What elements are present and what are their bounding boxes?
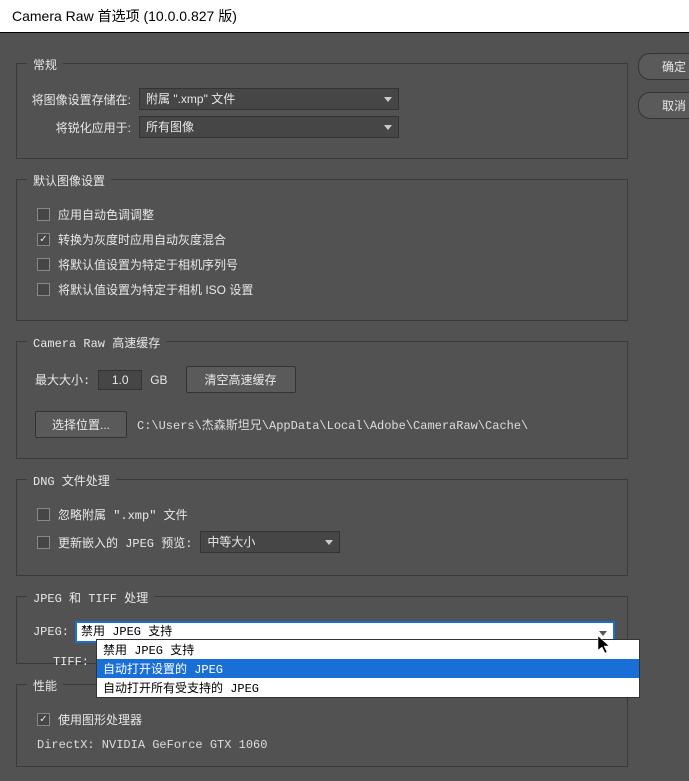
tiff-label: TIFF: <box>17 655 95 669</box>
max-size-label: 最大大小: <box>35 371 90 388</box>
auto-tone-checkbox[interactable] <box>37 208 50 221</box>
dng-group: DNG 文件处理 忽略附属 ".xmp" 文件 更新嵌入的 JPEG 预览: 中… <box>16 479 628 576</box>
update-jpeg-label: 更新嵌入的 JPEG 预览: <box>58 534 192 551</box>
ok-button[interactable]: 确定 <box>638 53 689 80</box>
save-settings-label: 将图像设置存储在: <box>29 91 139 108</box>
ignore-xmp-checkbox[interactable] <box>37 508 50 521</box>
auto-tone-label: 应用自动色调调整 <box>58 206 154 223</box>
performance-legend: 性能 <box>27 677 63 694</box>
max-size-input[interactable] <box>98 370 142 390</box>
purge-cache-button[interactable]: 清空高速缓存 <box>186 366 296 393</box>
sharpen-select[interactable]: 所有图像 <box>139 116 399 138</box>
defaults-legend: 默认图像设置 <box>27 172 111 189</box>
defaults-group: 默认图像设置 应用自动色调调整 转换为灰度时应用自动灰度混合 将默认值设置为特定… <box>16 179 628 321</box>
jpeg-option-auto-all[interactable]: 自动打开所有受支持的 JPEG <box>97 678 639 697</box>
select-location-button[interactable]: 选择位置... <box>35 411 127 438</box>
general-legend: 常规 <box>27 56 63 73</box>
update-jpeg-checkbox[interactable] <box>37 536 50 549</box>
jpeg-preview-select[interactable]: 中等大小 <box>200 531 340 553</box>
cursor-icon <box>597 635 613 660</box>
ignore-xmp-label: 忽略附属 ".xmp" 文件 <box>58 506 188 523</box>
cache-legend: Camera Raw 高速缓存 <box>27 334 166 351</box>
auto-grayscale-label: 转换为灰度时应用自动灰度混合 <box>58 231 226 248</box>
directx-info: DirectX: NVIDIA GeForce GTX 1060 <box>37 738 615 752</box>
general-group: 常规 将图像设置存储在: 附属 ".xmp" 文件 将锐化应用于: 所有图像 <box>16 63 628 159</box>
use-gpu-checkbox[interactable] <box>37 713 50 726</box>
jpeg-label: JPEG: <box>29 625 69 639</box>
jpeg-dropdown-list: 禁用 JPEG 支持 自动打开设置的 JPEG 自动打开所有受支持的 JPEG <box>96 639 640 698</box>
jpeg-tiff-legend: JPEG 和 TIFF 处理 <box>27 589 154 606</box>
specific-serial-label: 将默认值设置为特定于相机序列号 <box>58 256 238 273</box>
auto-grayscale-checkbox[interactable] <box>37 233 50 246</box>
gb-label: GB <box>150 373 167 387</box>
window-title: Camera Raw 首选项 (10.0.0.827 版) <box>0 0 689 33</box>
specific-iso-label: 将默认值设置为特定于相机 ISO 设置 <box>58 281 253 298</box>
jpeg-tiff-group: JPEG 和 TIFF 处理 JPEG: 禁用 JPEG 支持 TIFF: 禁用… <box>16 596 628 664</box>
cancel-button[interactable]: 取消 <box>638 92 689 119</box>
jpeg-option-auto-settings[interactable]: 自动打开设置的 JPEG <box>97 659 639 678</box>
dng-legend: DNG 文件处理 <box>27 472 116 489</box>
sharpen-label: 将锐化应用于: <box>29 119 139 136</box>
jpeg-option-disable[interactable]: 禁用 JPEG 支持 <box>97 640 639 659</box>
cache-path: C:\Users\杰森斯坦兄\AppData\Local\Adobe\Camer… <box>137 416 528 433</box>
specific-serial-checkbox[interactable] <box>37 258 50 271</box>
specific-iso-checkbox[interactable] <box>37 283 50 296</box>
save-settings-select[interactable]: 附属 ".xmp" 文件 <box>139 88 399 110</box>
use-gpu-label: 使用图形处理器 <box>58 711 142 728</box>
cache-group: Camera Raw 高速缓存 最大大小: GB 清空高速缓存 选择位置... … <box>16 341 628 459</box>
